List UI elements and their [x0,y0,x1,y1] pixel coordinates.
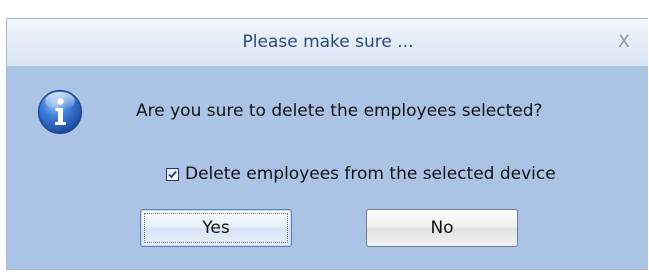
no-button[interactable]: No [366,209,518,247]
yes-button-label: Yes [202,218,230,238]
checkmark-icon [168,170,177,178]
checkbox-label: Delete employees from the selected devic… [185,164,556,184]
close-button[interactable]: X [612,30,636,54]
no-button-label: No [430,218,454,238]
yes-button[interactable]: Yes [140,209,292,247]
info-icon [37,89,83,135]
dialog-body: Are you sure to delete the employees sel… [7,67,648,271]
delete-from-device-option[interactable]: Delete employees from the selected devic… [166,161,556,187]
confirm-dialog: Please make sure ... X Are you sure to d… [6,18,648,270]
dialog-title: Please make sure ... [242,32,414,52]
title-bar: Please make sure ... X [7,19,648,67]
confirm-message: Are you sure to delete the employees sel… [136,101,543,121]
delete-from-device-checkbox[interactable] [166,167,179,181]
